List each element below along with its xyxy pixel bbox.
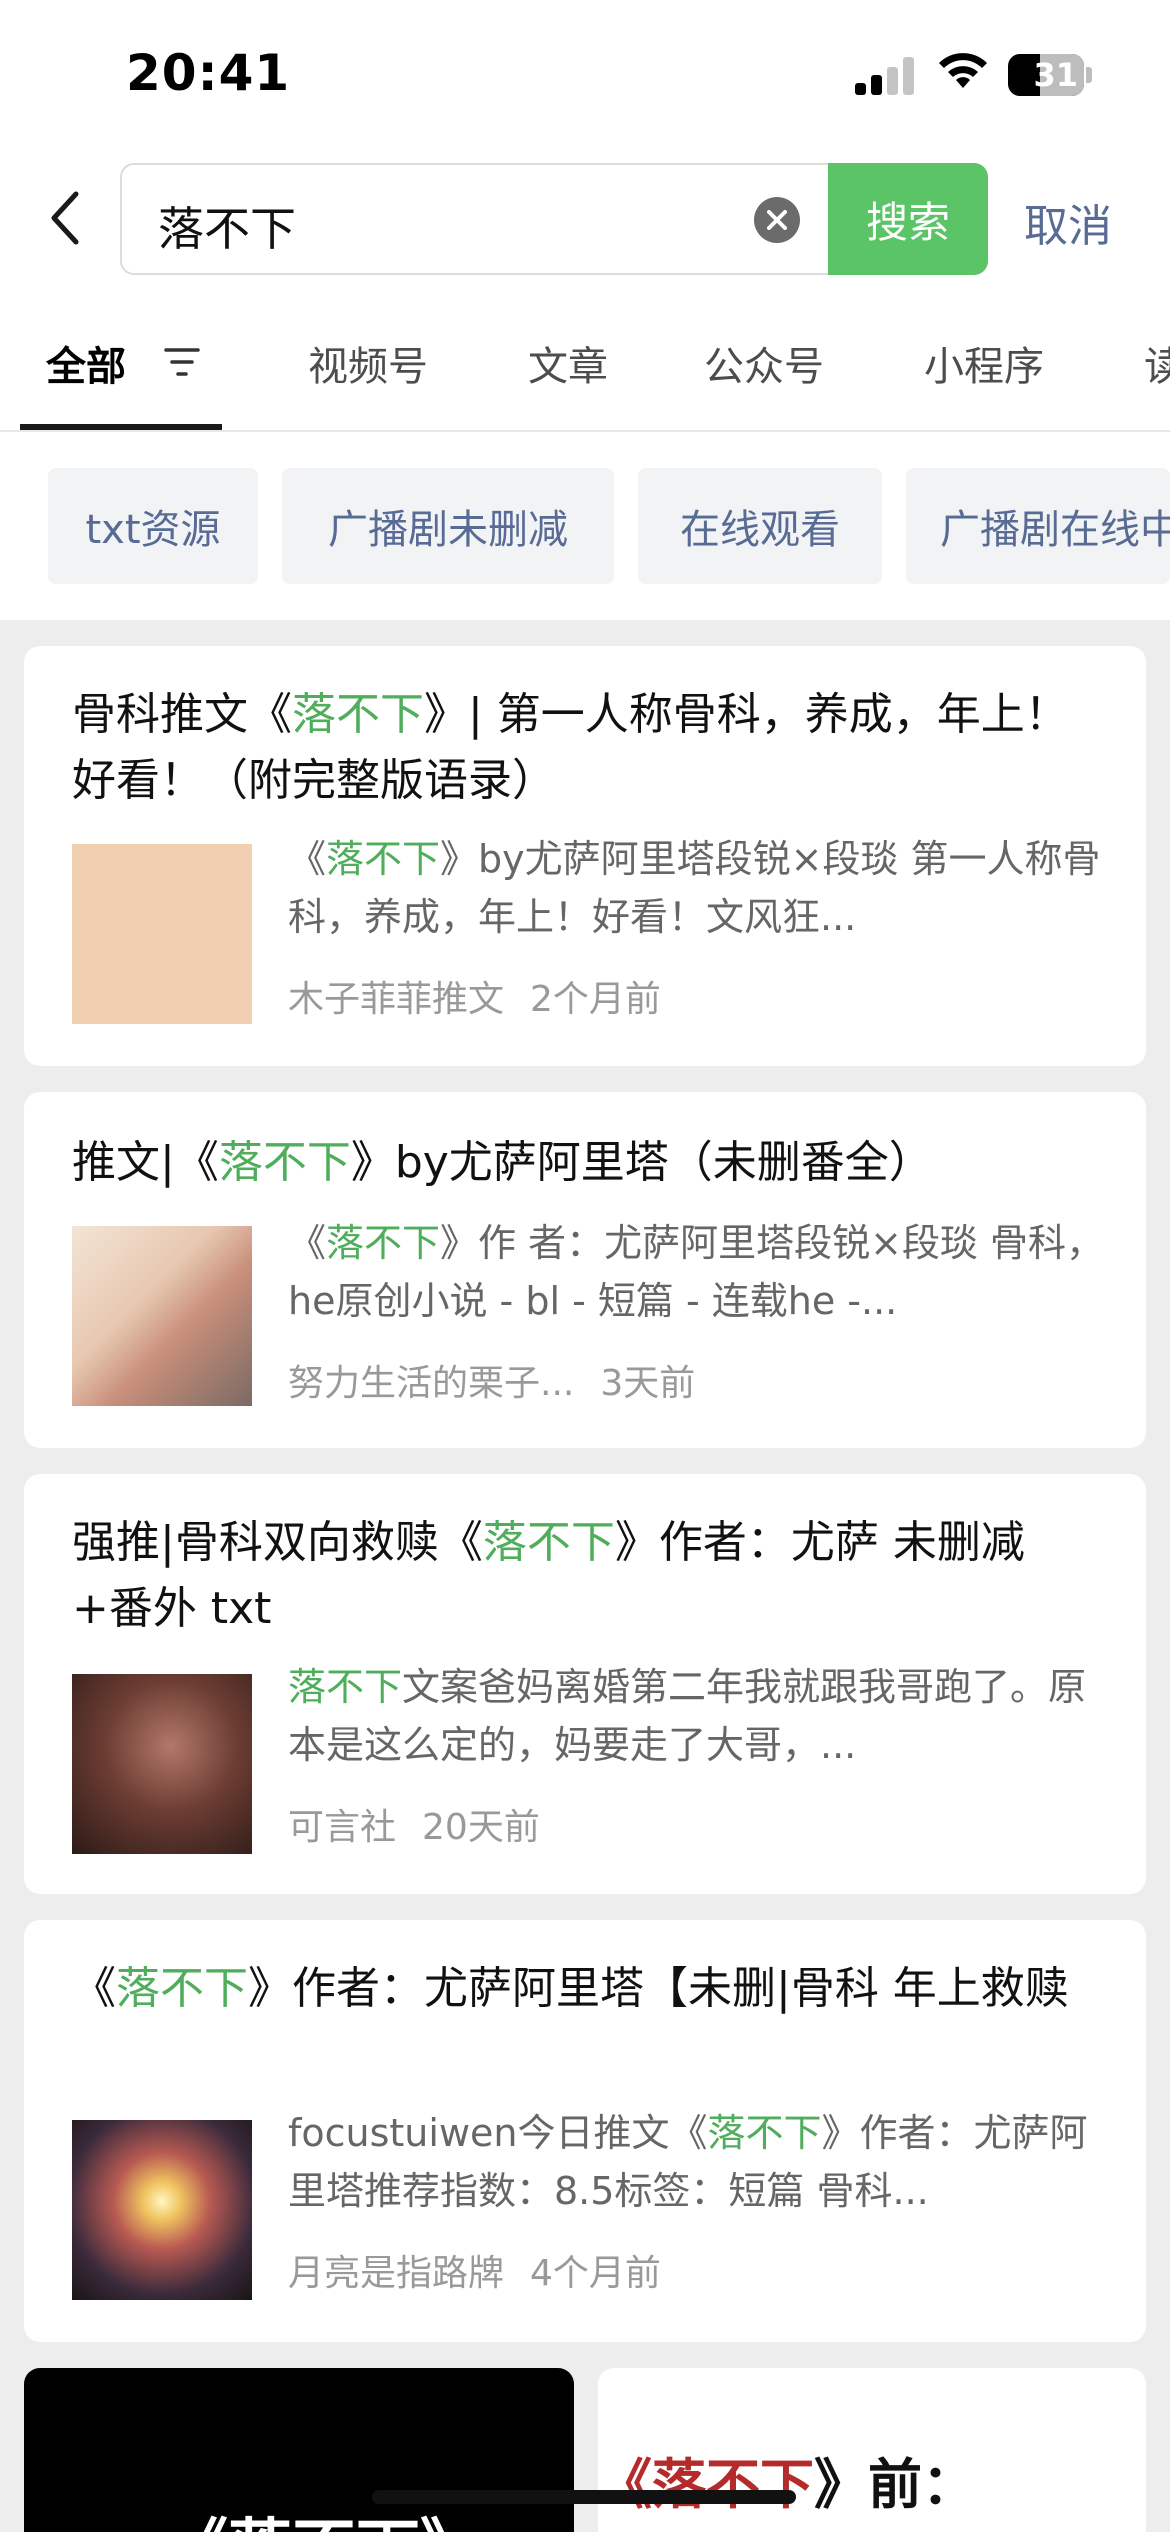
thumbnail-image [72, 1226, 252, 1406]
result-card[interactable]: 骨科推文《落不下》| 第一人称骨科，养成，年上！好看！（附完整版语录） 《落不下… [24, 646, 1146, 1066]
result-title[interactable]: 推文|《落不下》by尤萨阿里塔（未删番全） [72, 1130, 1102, 1196]
tab-official-account[interactable]: 公众号 [704, 334, 824, 392]
source-name: 木子菲菲推文 [288, 979, 505, 1020]
signal-icon [855, 55, 915, 95]
chip-radio-uncut[interactable]: 广播剧未删减 [282, 468, 614, 584]
result-meta: 木子菲菲推文 2个月前 [288, 970, 687, 1022]
wifi-icon [939, 53, 987, 88]
back-arrow-icon[interactable] [46, 188, 86, 248]
header-area: 20:41 31 落不下 搜索 取消 全部 视频号 文章 公众号 小程序 读 t… [0, 0, 1170, 620]
status-time: 20:41 [126, 44, 291, 102]
chip-watch-online[interactable]: 在线观看 [638, 468, 882, 584]
publish-time: 20天前 [422, 1807, 540, 1848]
suggestion-chips: txt资源 广播剧未删减 在线观看 广播剧在线中 [0, 468, 1170, 586]
result-card[interactable]: 《落不下》作者：尤萨阿里塔【未删|骨科 年上救赎 focustuiwen今日推文… [24, 1920, 1146, 2342]
thumbnail-image [72, 2120, 252, 2300]
tab-article[interactable]: 文章 [528, 334, 608, 392]
result-card[interactable]: 强推|骨科双向救赎《落不下》作者：尤萨 未删减+番外 txt 落不下文案爸妈离婚… [24, 1474, 1146, 1894]
result-snippet: 《落不下》作 者：尤萨阿里塔段锐×段琰 骨科，he原创小说 - bl - 短篇 … [288, 1221, 1105, 1323]
source-name: 可言社 [288, 1807, 397, 1848]
thumbnail-image [72, 1674, 252, 1854]
tab-more[interactable]: 读 [1144, 334, 1170, 392]
result-title[interactable]: 《落不下》作者：尤萨阿里塔【未删|骨科 年上救赎 [72, 1956, 1102, 2022]
category-tabs: 全部 视频号 文章 公众号 小程序 读 [0, 320, 1170, 432]
publish-time: 3天前 [600, 1363, 696, 1404]
chip-radio-online[interactable]: 广播剧在线中 [906, 468, 1170, 584]
battery-icon: 31 [1008, 54, 1084, 96]
tab-mini-program[interactable]: 小程序 [924, 334, 1044, 392]
chip-txt[interactable]: txt资源 [48, 468, 258, 584]
search-button[interactable]: 搜索 [828, 163, 988, 275]
result-meta: 可言社 20天前 [288, 1798, 566, 1850]
tab-video[interactable]: 视频号 [308, 334, 428, 392]
result-title[interactable]: 强推|骨科双向救赎《落不下》作者：尤萨 未删减+番外 txt [72, 1510, 1102, 1642]
result-card[interactable]: 推文|《落不下》by尤萨阿里塔（未删番全） 《落不下》作 者：尤萨阿里塔段锐×段… [24, 1092, 1146, 1448]
result-snippet: focustuiwen今日推文《落不下》作者：尤萨阿里塔推荐指数：8.5标签：短… [288, 2111, 1088, 2213]
publish-time: 2个月前 [530, 979, 661, 1020]
source-name: 月亮是指路牌 [288, 2253, 505, 2294]
battery-tip [1086, 67, 1092, 83]
cancel-button[interactable]: 取消 [1024, 190, 1112, 254]
home-indicator[interactable] [372, 2490, 796, 2504]
filter-icon[interactable] [162, 342, 202, 382]
thumbnail-image [72, 844, 252, 1024]
search-query[interactable]: 落不下 [158, 193, 296, 259]
result-snippet: 《落不下》by尤萨阿里塔段锐×段琰 第一人称骨科，养成，年上！好看！文风狂... [288, 837, 1101, 939]
clear-icon[interactable] [754, 197, 800, 243]
source-name: 努力生活的栗子... [288, 1363, 575, 1404]
article-card[interactable]: 《落不下》前： [598, 2368, 1146, 2532]
battery-level: 31 [1033, 56, 1078, 94]
video-card[interactable]: 《落不下》 [24, 2368, 574, 2532]
active-tab-indicator [20, 424, 222, 430]
tab-all[interactable]: 全部 [46, 334, 126, 392]
result-meta: 月亮是指路牌 4个月前 [288, 2244, 687, 2296]
publish-time: 4个月前 [530, 2253, 661, 2294]
article-card-title: 《落不下》前： [598, 2453, 976, 2516]
result-title[interactable]: 骨科推文《落不下》| 第一人称骨科，养成，年上！好看！（附完整版语录） [72, 682, 1102, 814]
result-meta: 努力生活的栗子... 3天前 [288, 1354, 721, 1406]
result-snippet: 落不下文案爸妈离婚第二年我就跟我哥跑了。原本是这么定的，妈要走了大哥，... [288, 1665, 1087, 1767]
